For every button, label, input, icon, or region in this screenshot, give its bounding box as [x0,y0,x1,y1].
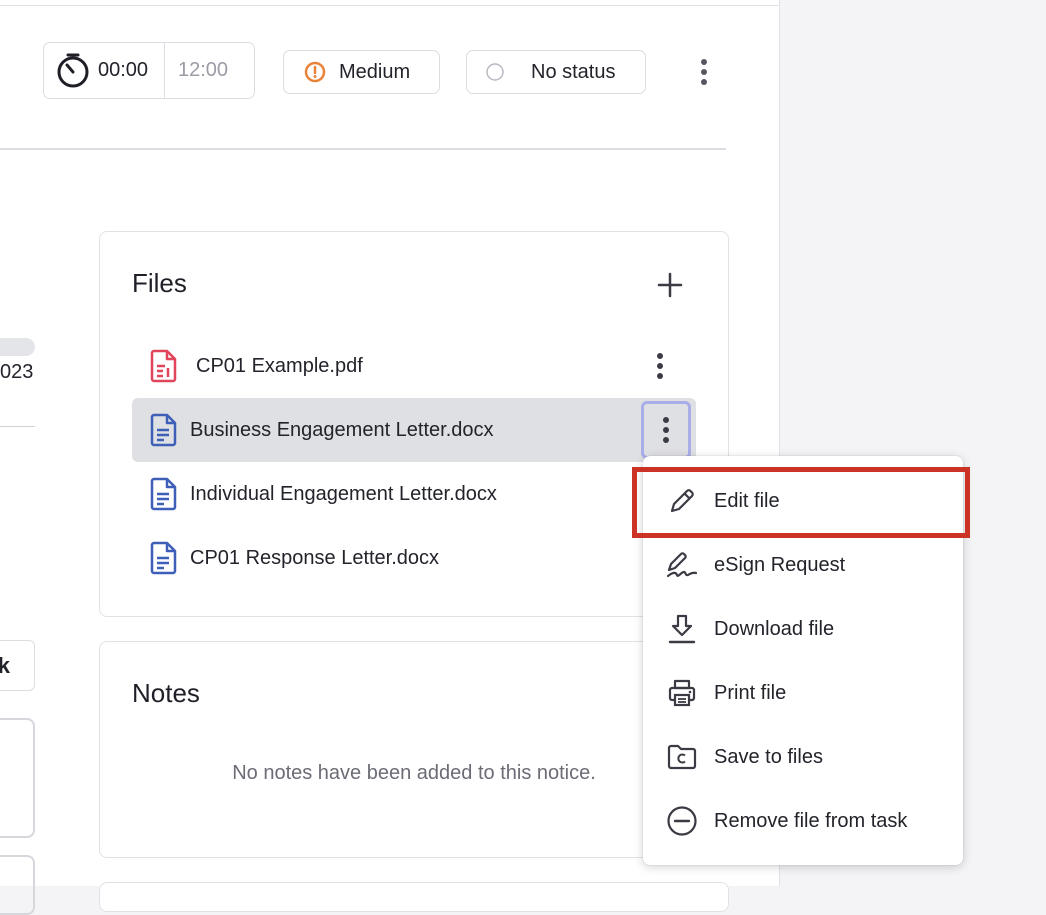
file-context-menu: Edit file eSign Request Download file Pr… [643,456,963,865]
file-row[interactable]: CP01 Example.pdf [132,334,696,398]
file-name[interactable]: CP01 Response Letter.docx [190,547,439,570]
file-row[interactable]: Business Engagement Letter.docx [132,398,696,462]
file-more-button[interactable] [641,401,691,459]
status-circle-icon [485,62,505,82]
files-title: Files [132,268,187,298]
left-divider-fragment [0,426,35,427]
vertical-dots-icon [663,417,669,443]
doc-file-icon [148,541,178,575]
header-more-button[interactable] [690,56,718,88]
notes-empty-state: No notes have been added to this notice. [232,762,596,784]
priority-alert-icon [304,61,326,83]
status-label: No status [531,60,616,83]
download-icon [665,612,699,646]
menu-item-download-file[interactable]: Download file [643,597,963,661]
plus-icon [657,272,683,298]
menu-item-label: Save to files [714,745,823,768]
top-divider [0,5,779,6]
notes-card: Notes No notes have been added to this n… [99,641,729,858]
printer-icon [665,676,699,710]
file-name[interactable]: Business Engagement Letter.docx [190,419,494,442]
timer-icon[interactable] [54,52,92,90]
file-name[interactable]: CP01 Example.pdf [196,355,363,378]
menu-item-esign-request[interactable]: eSign Request [643,533,963,597]
files-card: Files CP01 Example.pdf Business Engageme… [99,231,729,617]
minus-circle-icon [665,804,699,838]
priority-dropdown[interactable]: Medium [283,50,440,94]
date-fragment: 023 [0,361,34,383]
pdf-file-icon [148,349,178,383]
left-card-fragment-2 [0,855,35,915]
menu-item-label: Remove file from task [714,809,908,832]
signature-icon [665,548,699,582]
header-divider [0,148,726,150]
file-name[interactable]: Individual Engagement Letter.docx [190,483,497,506]
status-dropdown[interactable]: No status [466,50,646,94]
menu-item-remove-file[interactable]: Remove file from task [643,789,963,853]
menu-item-edit-file[interactable]: Edit file [643,469,963,533]
doc-file-icon [148,477,178,511]
timer-elapsed: 00:00 [98,59,149,81]
file-row[interactable]: CP01 Response Letter.docx [132,526,696,590]
file-row[interactable]: Individual Engagement Letter.docx [132,462,696,526]
menu-item-label: Print file [714,681,787,704]
add-file-button[interactable] [655,270,685,300]
time-tracker[interactable]: 00:00 12:00 [43,42,255,99]
next-card-fragment [99,882,729,912]
vertical-dots-icon [657,353,663,379]
file-more-button[interactable] [638,342,682,390]
notes-title: Notes [132,678,200,708]
folder-icon [665,740,699,774]
menu-item-save-to-files[interactable]: Save to files [643,725,963,789]
menu-item-label: Download file [714,617,835,640]
pencil-icon [665,484,699,518]
left-button-fragment[interactable]: k [0,640,35,691]
priority-label: Medium [339,60,411,83]
vertical-dots-icon [701,59,707,85]
left-card-fragment [0,718,35,838]
timer-estimate[interactable]: 12:00 [165,59,228,82]
left-button-fragment-label: k [0,652,10,678]
menu-item-print-file[interactable]: Print file [643,661,963,725]
doc-file-icon [148,413,178,447]
menu-item-label: eSign Request [714,553,846,576]
menu-item-label: Edit file [714,489,780,512]
progress-bar-fragment [0,338,35,356]
